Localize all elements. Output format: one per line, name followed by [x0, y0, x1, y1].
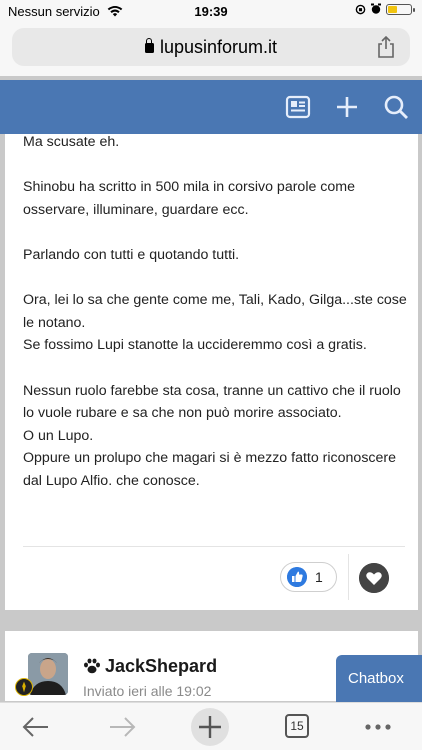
alarm-icon: [371, 3, 381, 14]
heart-icon[interactable]: [359, 563, 389, 593]
forward-icon[interactable]: [106, 711, 138, 743]
search-icon[interactable]: [383, 94, 409, 120]
lock-icon: [144, 38, 154, 53]
paw-icon: [84, 658, 100, 674]
status-bar: Nessun servizio 19:39: [0, 0, 422, 22]
post-paragraph: Parlando con tutti e quotando tutti.: [23, 246, 240, 263]
share-icon[interactable]: [376, 36, 396, 58]
like-count: 1: [315, 569, 323, 585]
divider: [348, 554, 349, 600]
browser-toolbar: 15: [0, 702, 422, 750]
post-paragraph: Ora, lei lo sa che gente come me, Tali, …: [23, 292, 407, 354]
username[interactable]: JackShepard: [83, 656, 217, 677]
site-header: [0, 80, 422, 134]
forum-list-icon[interactable]: [285, 94, 311, 120]
like-icon: [287, 567, 307, 587]
back-icon[interactable]: [20, 711, 52, 743]
tabs-icon[interactable]: 15: [285, 714, 309, 738]
post-card: Ma scusate eh. Shinobu ha scritto in 500…: [5, 134, 418, 610]
post-paragraph: Ma scusate eh.: [23, 134, 120, 150]
divider: [23, 546, 405, 547]
chatbox-button[interactable]: Chatbox: [336, 655, 422, 703]
post-paragraph: Shinobu ha scritto in 500 mila in corsiv…: [23, 179, 355, 218]
post-date: Inviato ieri alle 19:02: [83, 683, 212, 699]
plus-icon[interactable]: [334, 94, 360, 120]
browser-chrome: lupusinforum.it: [0, 22, 422, 76]
battery-icon: [386, 3, 415, 15]
avatar[interactable]: [28, 653, 68, 695]
url-text: lupusinforum.it: [159, 37, 278, 57]
rank-badge-icon: [15, 678, 33, 696]
username-text: JackShepard: [105, 656, 218, 676]
more-icon[interactable]: [362, 711, 394, 743]
address-bar[interactable]: lupusinforum.it: [12, 28, 410, 66]
status-icons: [355, 3, 415, 15]
post-body: Ma scusate eh. Shinobu ha scritto in 500…: [23, 131, 408, 515]
rotation-lock-icon: [355, 4, 366, 14]
post-paragraph: Nessun ruolo farebbe sta cosa, tranne un…: [23, 382, 401, 489]
like-button[interactable]: 1: [280, 562, 337, 592]
new-tab-icon[interactable]: [190, 707, 230, 747]
url-display[interactable]: lupusinforum.it: [12, 37, 410, 58]
